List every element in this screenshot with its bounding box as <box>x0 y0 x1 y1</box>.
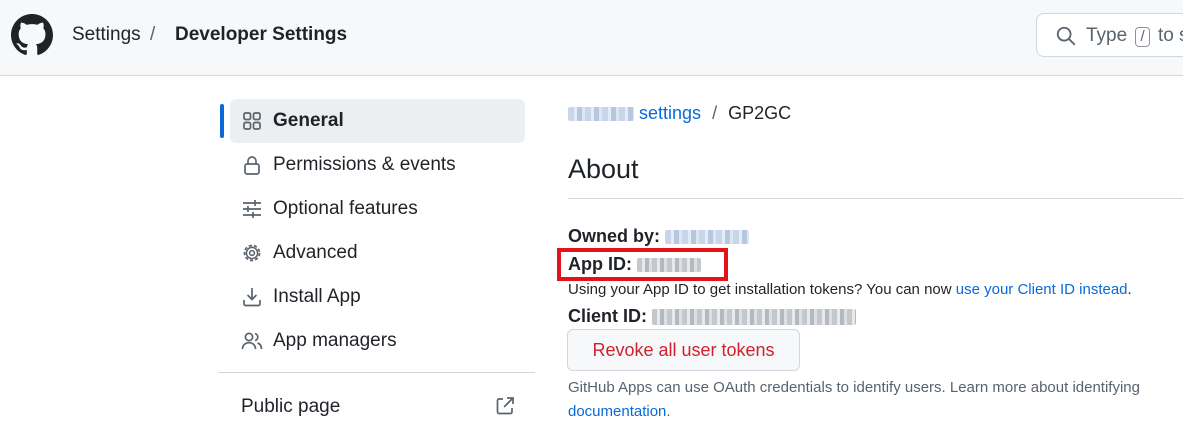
app-id-highlight-box <box>557 248 728 281</box>
redacted-client-id-value <box>652 309 857 326</box>
sidebar-item-install-app[interactable]: Install App <box>230 275 525 319</box>
external-link-icon[interactable] <box>494 395 516 417</box>
owned-by-label: Owned by: <box>568 226 661 246</box>
redacted-owner-name <box>568 107 634 122</box>
search-placeholder: Type / to s <box>1086 25 1183 47</box>
revoke-all-user-tokens-button[interactable]: Revoke all user tokens <box>567 329 800 371</box>
documentation-row: documentation. <box>568 403 671 420</box>
sidebar-item-permissions[interactable]: Permissions & events <box>230 143 525 187</box>
sidebar-item-label: Optional features <box>273 198 418 219</box>
section-title: About <box>568 154 639 184</box>
breadcrumb-separator: / <box>712 103 718 123</box>
gear-icon <box>243 244 261 262</box>
search-icon <box>1056 26 1076 46</box>
sidebar-item-app-managers[interactable]: App managers <box>230 319 525 363</box>
sidebar-item-optional-features[interactable]: Optional features <box>230 187 525 231</box>
public-page-link[interactable]: Public page <box>241 396 340 418</box>
owned-by-row: Owned by: <box>568 226 750 247</box>
breadcrumb-settings-link[interactable]: Settings <box>72 24 141 46</box>
active-nav-indicator <box>220 104 224 138</box>
download-icon <box>243 288 261 307</box>
top-header: Settings / Developer Settings Type / to … <box>0 0 1183 76</box>
apps-icon <box>243 112 261 130</box>
sliders-icon <box>243 200 261 218</box>
sidebar-item-label: Advanced <box>273 242 358 263</box>
breadcrumb-separator: / <box>150 24 156 45</box>
client-id-instead-link[interactable]: use your Client ID instead <box>956 281 1128 298</box>
documentation-link[interactable]: documentation <box>568 403 666 420</box>
sidebar-item-label: App managers <box>273 330 397 351</box>
breadcrumb-app-name: GP2GC <box>728 103 792 123</box>
oauth-note: GitHub Apps can use OAuth credentials to… <box>568 379 1140 396</box>
github-logo-icon[interactable] <box>11 14 53 56</box>
slash-key-hint: / <box>1135 27 1150 47</box>
page-title: Developer Settings <box>175 24 348 45</box>
redacted-owner-value[interactable] <box>665 230 750 245</box>
client-id-row: Client ID: <box>568 306 857 327</box>
people-icon <box>241 332 263 350</box>
breadcrumb-settings-link[interactable]: settings <box>639 103 701 123</box>
sidebar-item-general[interactable]: General <box>230 99 525 143</box>
breadcrumb: settings / GP2GC <box>568 103 791 124</box>
client-id-note: Using your App ID to get installation to… <box>568 281 1132 298</box>
client-id-label: Client ID: <box>568 306 647 326</box>
sidebar-item-label: Permissions & events <box>273 154 456 175</box>
sidebar-item-label: Install App <box>273 286 361 307</box>
sidebar-divider <box>218 372 535 373</box>
section-divider <box>568 198 1183 199</box>
lock-icon <box>244 156 260 175</box>
search-input[interactable]: Type / to s <box>1036 13 1183 57</box>
sidebar-item-label: General <box>273 110 344 131</box>
sidebar-item-advanced[interactable]: Advanced <box>230 231 525 275</box>
